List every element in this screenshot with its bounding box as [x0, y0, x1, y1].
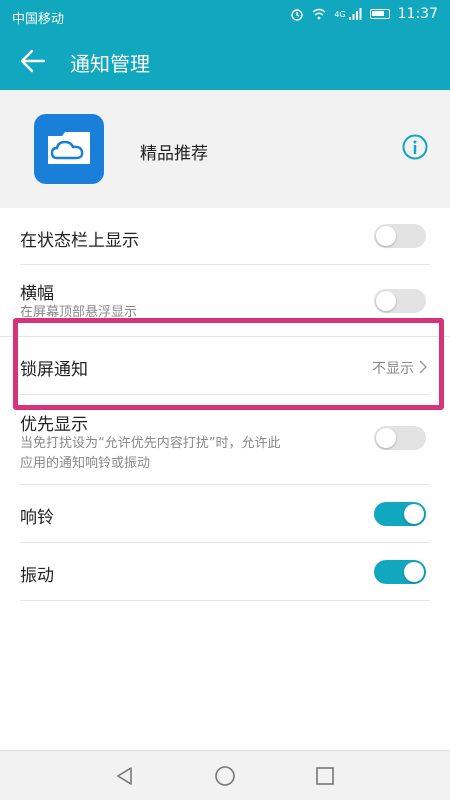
setting-label: 在状态栏上显示: [20, 231, 139, 251]
battery-icon: [369, 9, 390, 19]
banner-toggle[interactable]: [374, 289, 426, 313]
priority-toggle[interactable]: [374, 426, 426, 450]
app-header: 精品推荐: [0, 90, 450, 208]
app-icon: [34, 114, 104, 184]
navigation-bar: [0, 750, 450, 800]
setting-subtitle-line1: 当免打扰设为“允许优先内容打扰”时，允许此: [20, 436, 281, 451]
carrier-label: 中国移动: [12, 12, 65, 27]
vibrate-toggle[interactable]: [374, 560, 426, 584]
wifi-icon: [312, 8, 326, 20]
setting-label: 响铃: [20, 508, 54, 528]
home-circle-icon[interactable]: [214, 765, 236, 787]
back-arrow-icon[interactable]: [20, 47, 46, 75]
ring-toggle[interactable]: [374, 502, 426, 526]
setting-row-ring[interactable]: 响铃: [0, 485, 450, 543]
recent-square-icon[interactable]: [314, 765, 336, 787]
setting-row-status-bar[interactable]: 在状态栏上显示: [0, 208, 450, 265]
status-icons: 4G 11:37: [290, 6, 438, 22]
setting-subtitle-line2: 应用的通知响铃或振动: [20, 456, 151, 471]
cloud-folder-icon: [48, 132, 90, 164]
setting-row-vibrate[interactable]: 振动: [0, 543, 450, 601]
page-title: 通知管理: [70, 52, 150, 76]
back-triangle-icon[interactable]: [114, 765, 136, 787]
status-bar: 中国移动 4G 11:37: [0, 0, 450, 32]
network-type: 4G: [334, 9, 346, 19]
alarm-icon: [291, 9, 304, 21]
setting-label: 优先显示: [20, 415, 88, 435]
signal-icon: [348, 8, 362, 20]
clock: 11:37: [397, 6, 438, 22]
app-name: 精品推荐: [140, 144, 208, 164]
info-icon[interactable]: [402, 134, 428, 160]
highlight-box: [13, 318, 444, 410]
setting-label: 振动: [20, 566, 54, 586]
setting-label: 横幅: [20, 284, 54, 304]
setting-row-banner[interactable]: 横幅 在屏幕顶部悬浮显示: [0, 265, 450, 325]
settings-list: 在状态栏上显示 横幅 在屏幕顶部悬浮显示 锁屏通知 不显示 优先显示 当免打扰设…: [0, 208, 450, 750]
app-bar: 通知管理: [0, 32, 450, 90]
status-bar-toggle[interactable]: [374, 224, 426, 248]
